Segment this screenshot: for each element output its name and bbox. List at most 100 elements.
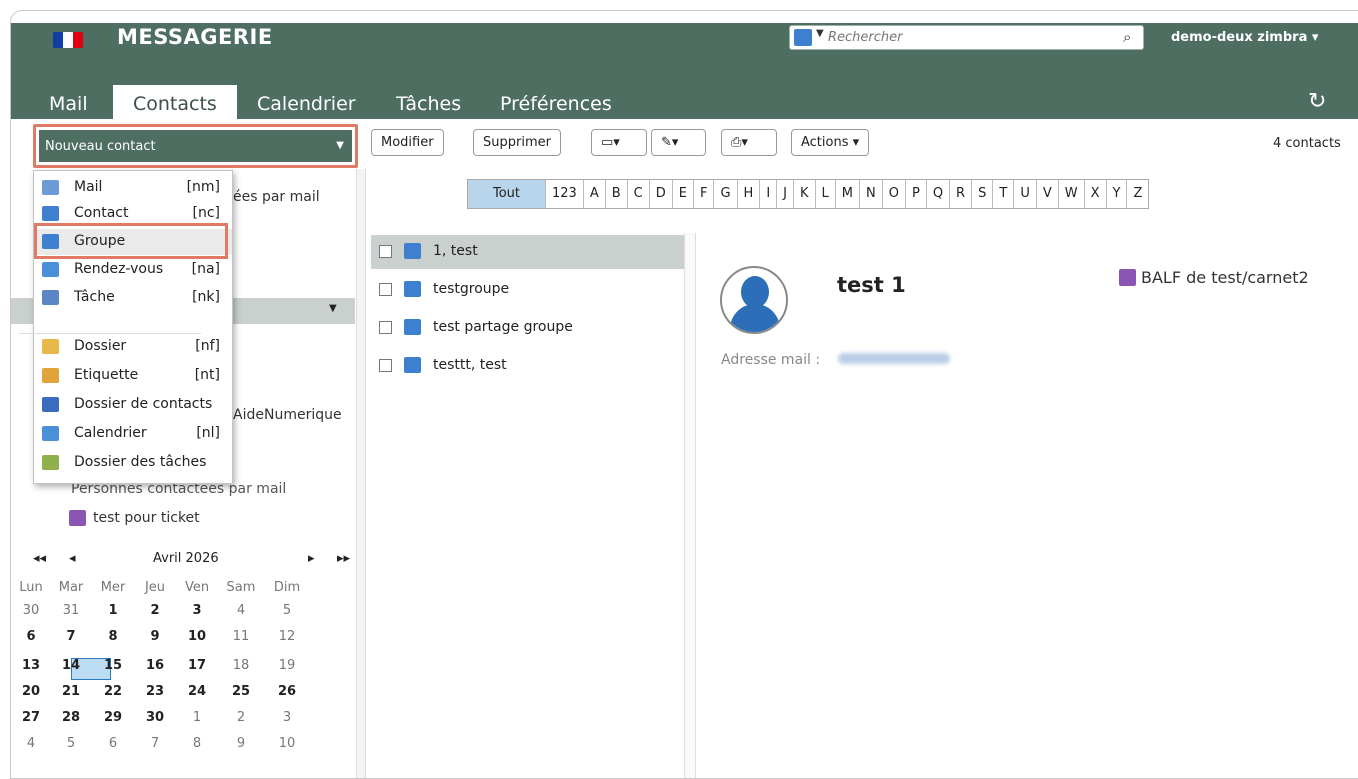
alpha-letter[interactable]: F	[694, 180, 715, 208]
tab-preferences[interactable]: Préférences	[500, 93, 612, 115]
next-month-icon[interactable]: ▸	[308, 551, 315, 566]
menu-item-appointment[interactable]: Rendez-vous [na]	[34, 257, 232, 283]
calendar-day[interactable]: 1	[177, 710, 217, 725]
contact-checkbox[interactable]	[379, 359, 392, 372]
calendar-day[interactable]: 8	[93, 629, 133, 644]
alpha-letter[interactable]: V	[1037, 180, 1059, 208]
calendar-day[interactable]: 7	[135, 736, 175, 751]
delete-button[interactable]: Supprimer	[473, 129, 561, 156]
contact-checkbox[interactable]	[379, 245, 392, 258]
calendar-day[interactable]: 5	[267, 603, 307, 618]
menu-item-mail[interactable]: Mail [nm]	[34, 175, 232, 201]
alpha-letter[interactable]: U	[1014, 180, 1037, 208]
calendar-day[interactable]: 10	[267, 736, 307, 751]
calendar-day[interactable]: 8	[177, 736, 217, 751]
alpha-letter[interactable]: Y	[1107, 180, 1128, 208]
alpha-letter[interactable]: C	[628, 180, 650, 208]
alpha-letter[interactable]: P	[906, 180, 927, 208]
menu-item-task[interactable]: Tâche [nk]	[34, 285, 232, 311]
folder-label-partial[interactable]: ées par mail	[233, 189, 320, 205]
chevron-down-icon[interactable]: ▼	[336, 140, 344, 151]
calendar-day[interactable]: 7	[51, 629, 91, 644]
contact-row[interactable]: testgroupe	[371, 273, 684, 307]
tab-calendar[interactable]: Calendrier	[257, 93, 356, 115]
alpha-123[interactable]: 123	[546, 180, 584, 208]
menu-item-calendar[interactable]: Calendrier [nl]	[34, 421, 232, 447]
folder-label-partial[interactable]: AideNumerique	[233, 407, 342, 423]
actions-button[interactable]: Actions ▾	[791, 129, 870, 156]
new-contact-button[interactable]: Nouveau contact ▼	[39, 130, 352, 162]
menu-item-folder[interactable]: Dossier [nf]	[34, 334, 232, 360]
calendar-day[interactable]: 4	[221, 603, 261, 618]
contact-row[interactable]: test partage groupe	[371, 311, 684, 345]
alpha-letter[interactable]: D	[650, 180, 673, 208]
prev-year-icon[interactable]: ◂◂	[33, 551, 46, 566]
calendar-day[interactable]: 18	[221, 658, 261, 673]
calendar-day[interactable]: 30	[135, 710, 175, 725]
calendar-day[interactable]: 1	[93, 603, 133, 618]
menu-item-contacts-folder[interactable]: Dossier de contacts	[34, 392, 232, 418]
calendar-day[interactable]: 13	[11, 658, 51, 673]
calendar-day[interactable]: 5	[51, 736, 91, 751]
list-divider[interactable]	[684, 233, 696, 778]
search-scope-icon[interactable]	[794, 29, 812, 46]
print-button[interactable]: ⎙▾	[721, 129, 777, 156]
calendar-day[interactable]: 26	[267, 684, 307, 699]
alpha-letter[interactable]: B	[606, 180, 628, 208]
alpha-letter[interactable]: G	[714, 180, 738, 208]
tab-mail[interactable]: Mail	[49, 93, 88, 115]
chevron-down-icon[interactable]: ▼	[329, 303, 337, 314]
alpha-letter[interactable]: N	[860, 180, 883, 208]
alpha-letter[interactable]: K	[794, 180, 816, 208]
calendar-day[interactable]: 3	[267, 710, 307, 725]
panel-divider[interactable]	[356, 169, 366, 778]
calendar-day[interactable]: 4	[11, 736, 51, 751]
tag-button[interactable]: ✎▾	[651, 129, 706, 156]
alpha-letter[interactable]: H	[738, 180, 761, 208]
tab-tasks[interactable]: Tâches	[396, 93, 461, 115]
calendar-day[interactable]: 23	[135, 684, 175, 699]
move-button[interactable]: ▭▾	[591, 129, 647, 156]
alpha-letter[interactable]: Z	[1127, 180, 1148, 208]
refresh-icon[interactable]: ↻	[1308, 89, 1326, 114]
menu-item-tasks-folder[interactable]: Dossier des tâches	[34, 450, 232, 476]
user-menu[interactable]: demo-deux zimbra ▾	[1171, 30, 1318, 45]
alpha-all[interactable]: Tout	[468, 180, 546, 208]
search-input[interactable]	[828, 28, 1108, 47]
calendar-day[interactable]: 16	[135, 658, 175, 673]
calendar-day[interactable]: 21	[51, 684, 91, 699]
calendar-day[interactable]: 17	[177, 658, 217, 673]
calendar-day[interactable]: 2	[221, 710, 261, 725]
search-icon[interactable]: ⌕	[1123, 28, 1131, 46]
calendar-day[interactable]: 2	[135, 603, 175, 618]
calendar-day[interactable]: 28	[51, 710, 91, 725]
calendar-day[interactable]: 6	[11, 629, 51, 644]
alpha-letter[interactable]: E	[673, 180, 694, 208]
calendar-day[interactable]: 22	[93, 684, 133, 699]
calendar-day[interactable]: 30	[11, 603, 51, 618]
alpha-letter[interactable]: M	[836, 180, 860, 208]
calendar-day[interactable]: 27	[11, 710, 51, 725]
alpha-letter[interactable]: J	[777, 180, 794, 208]
contact-checkbox[interactable]	[379, 321, 392, 334]
calendar-day[interactable]: 19	[267, 658, 307, 673]
prev-month-icon[interactable]: ◂	[69, 551, 76, 566]
folder-test-ticket[interactable]: test pour ticket	[93, 510, 200, 526]
calendar-day[interactable]: 9	[221, 736, 261, 751]
alpha-letter[interactable]: T	[993, 180, 1015, 208]
alpha-letter[interactable]: A	[584, 180, 606, 208]
contact-row[interactable]: testtt, test	[371, 349, 684, 383]
calendar-day[interactable]: 10	[177, 629, 217, 644]
modify-button[interactable]: Modifier	[371, 129, 444, 156]
search-box[interactable]: ▼ ⌕	[789, 25, 1144, 50]
tab-contacts[interactable]: Contacts	[113, 85, 237, 119]
calendar-day[interactable]: 20	[11, 684, 51, 699]
calendar-day[interactable]: 31	[51, 603, 91, 618]
chevron-down-icon[interactable]: ▼	[816, 28, 824, 39]
mail-value-blurred[interactable]	[838, 353, 950, 364]
alpha-letter[interactable]: L	[816, 180, 836, 208]
calendar-day[interactable]: 3	[177, 603, 217, 618]
calendar-day[interactable]: 6	[93, 736, 133, 751]
alpha-letter[interactable]: R	[950, 180, 973, 208]
calendar-day[interactable]: 25	[221, 684, 261, 699]
